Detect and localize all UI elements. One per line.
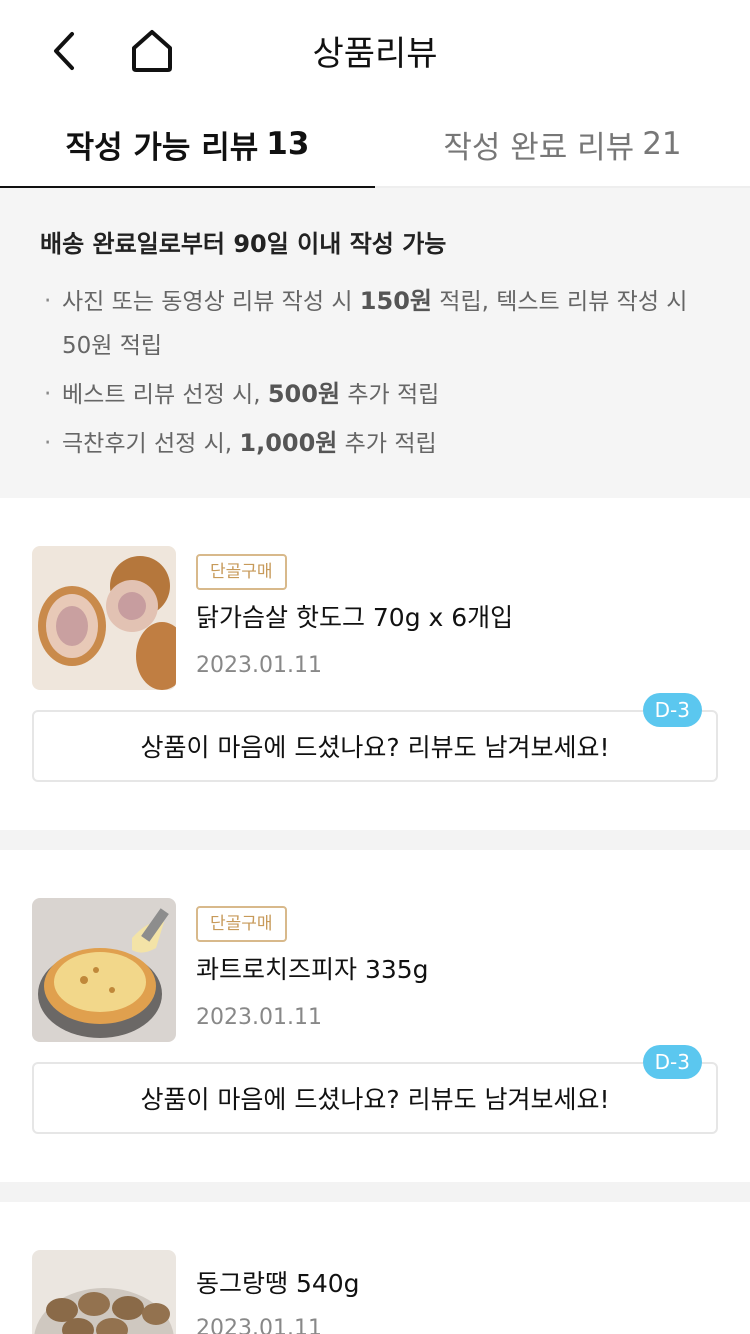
page-title: 상품리뷰 — [312, 34, 438, 74]
notice-title: 배송 완료일로부터 90일 이내 작성 가능 — [40, 230, 447, 258]
notice-amount: 500원 — [267, 380, 341, 408]
review-tabs: 작성 가능 리뷰 13 작성 완료 리뷰 21 — [0, 100, 750, 190]
dday-badge: D-3 — [642, 1045, 702, 1079]
notice-amount: 150원 — [359, 287, 432, 315]
card-separator — [0, 830, 750, 850]
product-thumbnail[interactable] — [32, 898, 176, 1042]
write-review-button[interactable]: 상품이 마음에 드셨나요? 리뷰도 남겨보세요! — [32, 1062, 718, 1134]
reward-notice: 배송 완료일로부터 90일 이내 작성 가능 사진 또는 동영상 리뷰 작성 시… — [0, 188, 750, 498]
product-card: 동그랑땡 540g 2023.01.11 — [0, 1202, 750, 1334]
tab-completed-reviews[interactable]: 작성 완료 리뷰 21 — [375, 100, 750, 188]
product-thumbnail[interactable] — [32, 1250, 176, 1334]
write-review-button[interactable]: 상품이 마음에 드셨나요? 리뷰도 남겨보세요! — [32, 710, 718, 782]
notice-item: 베스트 리뷰 선정 시, 500원 추가 적립 — [40, 372, 710, 417]
notice-item: 사진 또는 동영상 리뷰 작성 시 150원 적립, 텍스트 리뷰 작성 시 5… — [40, 279, 710, 368]
product-thumbnail[interactable] — [32, 546, 176, 690]
notice-text: 추가 적립 — [337, 431, 437, 457]
product-card: 단골구매 닭가슴살 핫도그 70g x 6개입 2023.01.11 상품이 마… — [0, 498, 750, 830]
notice-text: 사진 또는 동영상 리뷰 작성 시 — [62, 289, 360, 315]
notice-list: 사진 또는 동영상 리뷰 작성 시 150원 적립, 텍스트 리뷰 작성 시 5… — [40, 279, 710, 466]
product-date: 2023.01.11 — [196, 1005, 322, 1030]
notice-text: 베스트 리뷰 선정 시, — [62, 382, 268, 408]
pizza-image — [32, 898, 176, 1042]
product-name[interactable]: 닭가슴살 핫도그 70g x 6개입 — [196, 598, 513, 634]
tab-label: 작성 가능 리뷰 — [65, 129, 259, 166]
product-name[interactable]: 동그랑땡 540g — [196, 1264, 360, 1300]
product-name[interactable]: 콰트로치즈피자 335g — [196, 950, 429, 986]
tab-writable-reviews[interactable]: 작성 가능 리뷰 13 — [0, 100, 375, 190]
tab-count: 21 — [642, 126, 682, 162]
product-card: 단골구매 콰트로치즈피자 335g 2023.01.11 상품이 마음에 드셨나… — [0, 850, 750, 1182]
notice-amount: 1,000원 — [239, 429, 338, 457]
regular-purchase-badge: 단골구매 — [196, 554, 287, 590]
card-separator — [0, 1182, 750, 1202]
dday-badge: D-3 — [642, 693, 702, 727]
meat-patty-image — [32, 1250, 176, 1334]
tab-count: 13 — [266, 126, 310, 162]
notice-text: 추가 적립 — [340, 382, 440, 408]
product-date: 2023.01.11 — [196, 653, 322, 678]
app-header: 상품리뷰 — [0, 0, 750, 100]
product-date: 2023.01.11 — [196, 1316, 322, 1334]
notice-text: 극찬후기 선정 시, — [62, 431, 240, 457]
hotdog-image — [32, 546, 176, 690]
notice-item: 극찬후기 선정 시, 1,000원 추가 적립 — [40, 421, 710, 466]
regular-purchase-badge: 단골구매 — [196, 906, 287, 942]
tab-label: 작성 완료 리뷰 — [443, 129, 635, 166]
